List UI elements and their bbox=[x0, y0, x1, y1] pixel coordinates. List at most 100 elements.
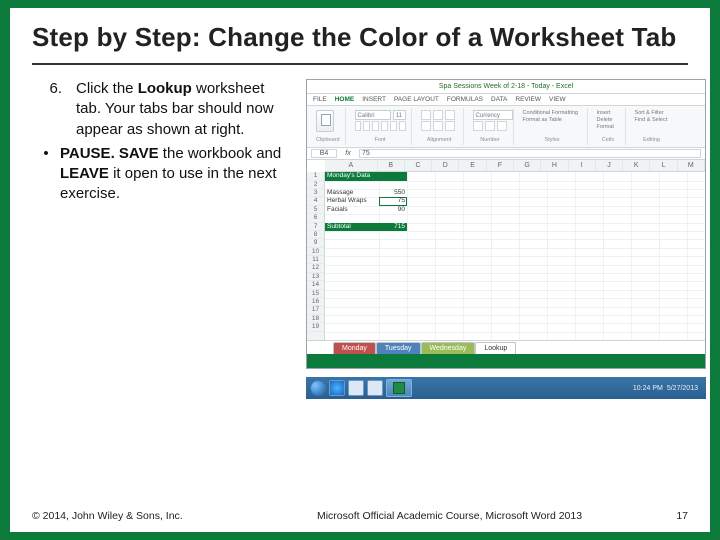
cell-B4[interactable]: 75 bbox=[379, 197, 407, 205]
align-center-icon[interactable] bbox=[433, 121, 443, 131]
name-box[interactable]: B4 bbox=[311, 149, 337, 158]
align-top-icon[interactable] bbox=[421, 110, 431, 120]
col-D[interactable]: D bbox=[432, 160, 459, 171]
cell-A7[interactable]: Subtotal bbox=[325, 223, 379, 231]
start-orb-icon[interactable] bbox=[310, 380, 326, 396]
col-A[interactable]: A bbox=[325, 160, 378, 171]
italic-icon[interactable] bbox=[363, 121, 370, 131]
tab-wednesday[interactable]: Wednesday bbox=[421, 342, 476, 354]
col-L[interactable]: L bbox=[650, 160, 677, 171]
row-13[interactable]: 13 bbox=[307, 273, 324, 281]
row-18[interactable]: 18 bbox=[307, 315, 324, 323]
col-M[interactable]: M bbox=[678, 160, 705, 171]
ribbon-tab-review[interactable]: REVIEW bbox=[515, 96, 541, 103]
col-B[interactable]: B bbox=[378, 160, 405, 171]
row-5[interactable]: 5 bbox=[307, 206, 324, 214]
align-left-icon[interactable] bbox=[421, 121, 431, 131]
media-icon[interactable] bbox=[367, 380, 383, 396]
system-tray: 10:24 PM 5/27/2013 bbox=[633, 385, 702, 392]
row-4[interactable]: 4 bbox=[307, 197, 324, 205]
sort-filter-button[interactable]: Sort & Filter bbox=[635, 110, 669, 116]
insert-button[interactable]: Insert bbox=[597, 110, 620, 116]
ribbon-tab-view[interactable]: VIEW bbox=[549, 96, 566, 103]
paste-button[interactable] bbox=[316, 110, 334, 132]
row-15[interactable]: 15 bbox=[307, 290, 324, 298]
ribbon-tab-insert[interactable]: INSERT bbox=[362, 96, 386, 103]
bullet-body: PAUSE. SAVE the workbook and LEAVE it op… bbox=[60, 144, 292, 205]
cell-B5[interactable]: 90 bbox=[379, 206, 407, 214]
ribbon-tab-file[interactable]: FILE bbox=[313, 96, 327, 103]
comma-icon[interactable] bbox=[497, 121, 507, 131]
col-H[interactable]: H bbox=[541, 160, 568, 171]
number-format-box[interactable]: Currency bbox=[473, 110, 513, 120]
group-editing-label: Editing bbox=[635, 137, 669, 143]
row-7[interactable]: 7 bbox=[307, 223, 324, 231]
formula-bar[interactable]: 75 bbox=[359, 149, 701, 158]
row-14[interactable]: 14 bbox=[307, 281, 324, 289]
row-2[interactable]: 2 bbox=[307, 181, 324, 189]
footer: © 2014, John Wiley & Sons, Inc. Microsof… bbox=[32, 510, 688, 522]
bullet-p3: LEAVE bbox=[60, 165, 109, 182]
row-11[interactable]: 11 bbox=[307, 256, 324, 264]
worksheet-grid[interactable]: A B C D E F G H I J K L M 123456789 bbox=[307, 160, 705, 340]
col-F[interactable]: F bbox=[487, 160, 514, 171]
ribbon-tab-data[interactable]: DATA bbox=[491, 96, 507, 103]
ribbon-tab-formulas[interactable]: FORMULAS bbox=[447, 96, 483, 103]
step-6: 6. Click the Lookup worksheet tab. Your … bbox=[32, 79, 292, 140]
row-1[interactable]: 1 bbox=[307, 172, 324, 180]
excel-title: Spa Sessions Week of 2-18 - Today - Exce… bbox=[439, 83, 573, 90]
tab-lookup[interactable]: Lookup bbox=[475, 342, 516, 354]
row-19[interactable]: 19 bbox=[307, 323, 324, 331]
col-G[interactable]: G bbox=[514, 160, 541, 171]
align-middle-icon[interactable] bbox=[433, 110, 443, 120]
cell-B3[interactable]: 550 bbox=[379, 189, 407, 197]
tab-tuesday[interactable]: Tuesday bbox=[376, 342, 421, 354]
ribbon-tab-pagelayout[interactable]: PAGE LAYOUT bbox=[394, 96, 439, 103]
col-I[interactable]: I bbox=[569, 160, 596, 171]
col-J[interactable]: J bbox=[596, 160, 623, 171]
row-8[interactable]: 8 bbox=[307, 231, 324, 239]
tab-monday[interactable]: Monday bbox=[333, 342, 376, 354]
cell-A4[interactable]: Herbal Wraps bbox=[325, 197, 379, 205]
align-bottom-icon[interactable] bbox=[445, 110, 455, 120]
row-6[interactable]: 6 bbox=[307, 214, 324, 222]
font-color-icon[interactable] bbox=[399, 121, 406, 131]
group-editing: Sort & Filter Find & Select Editing bbox=[630, 108, 674, 145]
group-clipboard: Clipboard bbox=[311, 108, 346, 145]
explorer-icon[interactable] bbox=[348, 380, 364, 396]
row-16[interactable]: 16 bbox=[307, 298, 324, 306]
currency-icon[interactable] bbox=[473, 121, 483, 131]
taskbar-excel-button[interactable] bbox=[386, 379, 412, 397]
row-3[interactable]: 3 bbox=[307, 189, 324, 197]
ie-icon[interactable] bbox=[329, 380, 345, 396]
ribbon-tab-home[interactable]: HOME bbox=[335, 96, 355, 103]
percent-icon[interactable] bbox=[485, 121, 495, 131]
bullet-p1: PAUSE. SAVE bbox=[60, 145, 159, 162]
col-C[interactable]: C bbox=[405, 160, 432, 171]
fx-icon[interactable]: fx bbox=[343, 150, 353, 157]
step-bold: Lookup bbox=[138, 80, 192, 97]
col-E[interactable]: E bbox=[459, 160, 486, 171]
cell-A3[interactable]: Massage bbox=[325, 189, 379, 197]
cond-format-button[interactable]: Conditional Formatting bbox=[523, 110, 582, 116]
cell-B7[interactable]: 715 bbox=[379, 223, 407, 231]
font-size-box[interactable]: 11 bbox=[393, 110, 406, 120]
row-10[interactable]: 10 bbox=[307, 248, 324, 256]
row-9[interactable]: 9 bbox=[307, 239, 324, 247]
cell-A1[interactable]: Monday's Data bbox=[325, 172, 407, 180]
find-select-button[interactable]: Find & Select bbox=[635, 117, 669, 123]
fill-icon[interactable] bbox=[390, 121, 397, 131]
format-table-button[interactable]: Format as Table bbox=[523, 117, 582, 123]
font-name-box[interactable]: Calibri bbox=[355, 110, 391, 120]
delete-button[interactable]: Delete bbox=[597, 117, 620, 123]
row-12[interactable]: 12 bbox=[307, 264, 324, 272]
align-right-icon[interactable] bbox=[445, 121, 455, 131]
underline-icon[interactable] bbox=[372, 121, 379, 131]
row-17[interactable]: 17 bbox=[307, 306, 324, 314]
cell-A5[interactable]: Facials bbox=[325, 206, 379, 214]
format-button[interactable]: Format bbox=[597, 124, 620, 130]
bold-icon[interactable] bbox=[355, 121, 362, 131]
col-K[interactable]: K bbox=[623, 160, 650, 171]
border-icon[interactable] bbox=[381, 121, 388, 131]
group-clipboard-label: Clipboard bbox=[316, 137, 340, 143]
